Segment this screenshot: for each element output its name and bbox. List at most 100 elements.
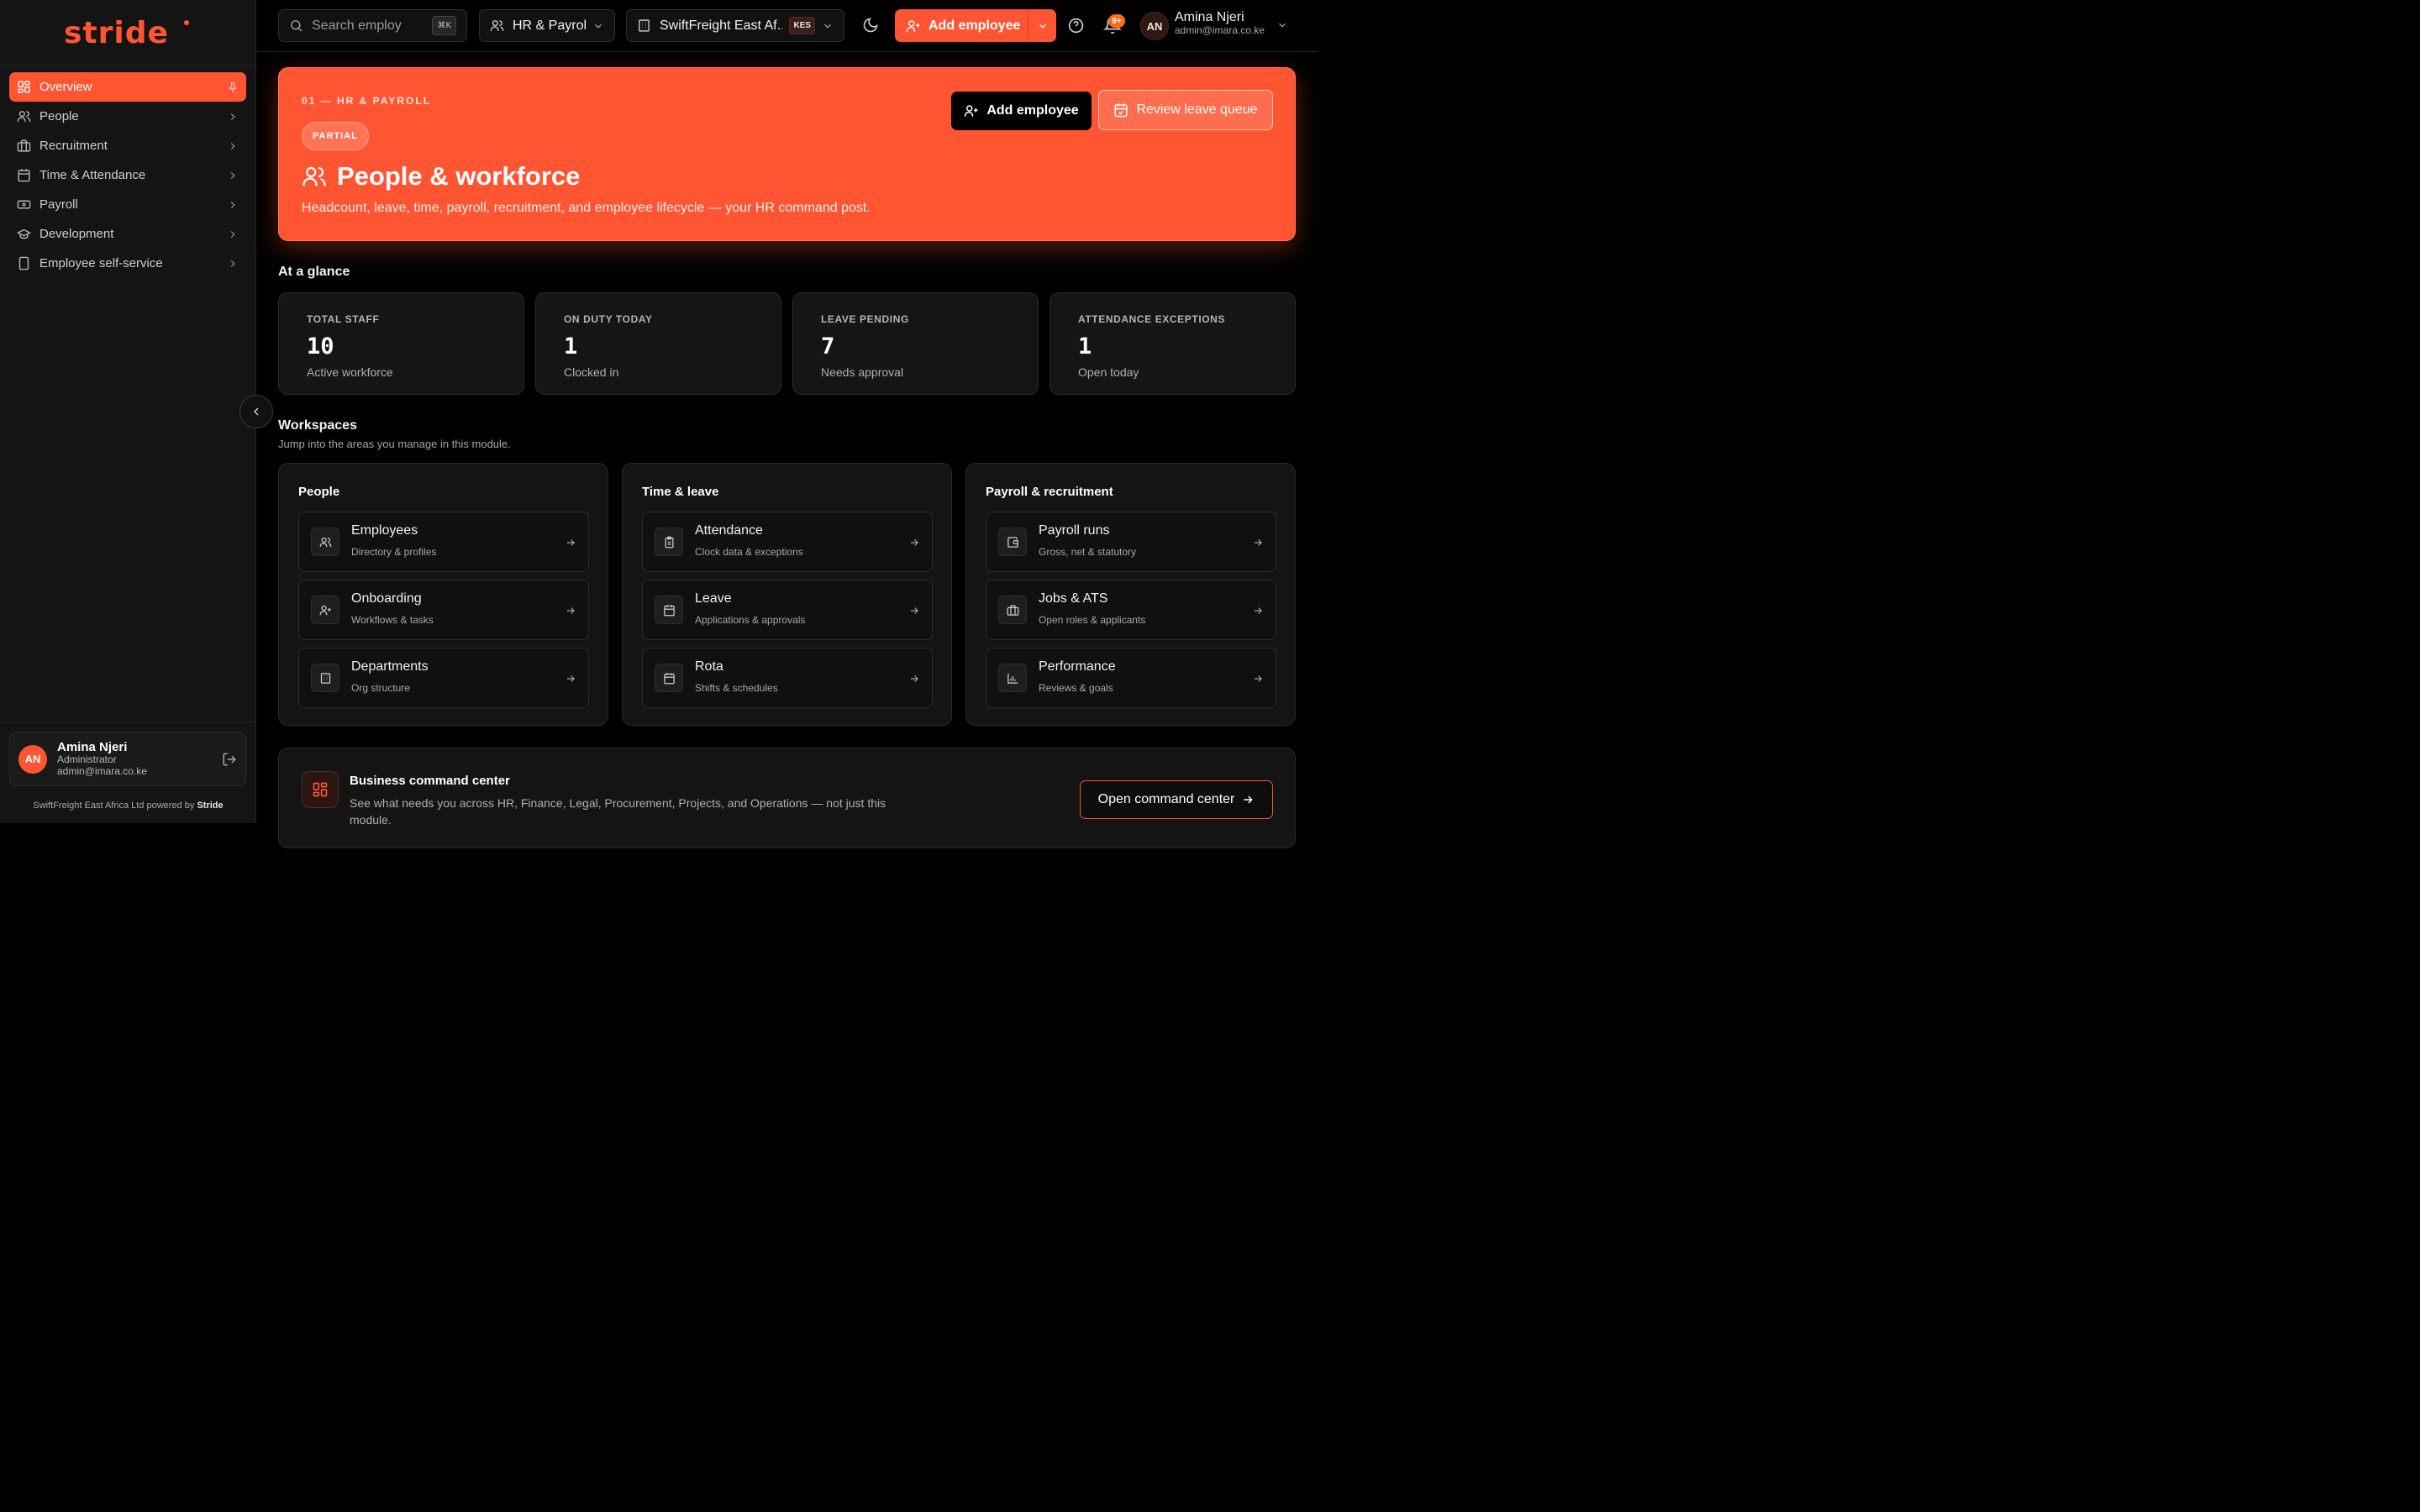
footer-brand: Stride <box>197 801 224 811</box>
sidebar-item-payroll[interactable]: Payroll <box>9 190 246 219</box>
sidebar-item-label: People <box>39 109 79 123</box>
arrow-right-icon <box>1254 539 1262 546</box>
workspace-group-people: People Employees Directory & profiles On… <box>278 463 608 726</box>
chevron-right-icon <box>230 171 235 179</box>
workspace-group-payroll-recruitment: Payroll & recruitment Payroll runs Gross… <box>965 463 1296 726</box>
sidebar-item-label: Time & Attendance <box>39 168 146 182</box>
calendar-icon <box>655 664 683 692</box>
chevron-down-icon <box>595 24 602 29</box>
workspace-link-title: Payroll runs <box>1039 523 1110 538</box>
sidebar-user-card[interactable]: AN Amina Njeri Administrator admin@imara… <box>9 732 246 786</box>
collapse-sidebar-button[interactable] <box>239 395 273 428</box>
workspace-link-subtitle: Directory & profiles <box>351 546 437 558</box>
stat-note: Active workforce <box>307 365 393 379</box>
workspace-link-leave[interactable]: Leave Applications & approvals <box>642 580 933 640</box>
footer-company: SwiftFreight East Africa Ltd <box>33 801 145 811</box>
company-selector[interactable]: SwiftFreight East Af... KES <box>626 9 844 42</box>
dashboard-icon <box>302 771 339 808</box>
calendar-icon <box>18 169 30 182</box>
stat-card-leave-pending: LEAVE PENDING 7 Needs approval <box>792 292 1039 395</box>
command-center-card: Business command center See what needs y… <box>278 748 1296 848</box>
workspace-link-onboarding[interactable]: Onboarding Workflows & tasks <box>298 580 589 640</box>
sidebar-item-overview[interactable]: Overview <box>9 72 246 102</box>
command-center-description: See what needs you across HR, Finance, L… <box>350 796 886 827</box>
logout-icon[interactable] <box>222 752 237 767</box>
workspace-link-departments[interactable]: Departments Org structure <box>298 648 589 708</box>
sidebar-item-employee-self-service[interactable]: Employee self-service <box>9 249 246 278</box>
workspace-link-performance[interactable]: Performance Reviews & goals <box>986 648 1276 708</box>
footer-powered: powered by <box>146 801 195 811</box>
stride-logo-icon: stride <box>64 18 189 47</box>
workspace-link-subtitle: Open roles & applicants <box>1039 614 1146 626</box>
chevron-right-icon <box>230 260 235 267</box>
stat-note: Needs approval <box>821 365 904 379</box>
stat-card-attendance-exceptions: ATTENDANCE EXCEPTIONS 1 Open today <box>1050 292 1296 395</box>
page-title-text: People & workforce <box>337 161 581 191</box>
users-icon <box>311 528 339 556</box>
user-name: Amina Njeri <box>57 740 128 755</box>
calendar-check-icon <box>1114 103 1128 118</box>
sidebar-footer: SwiftFreight East Africa Ltd powered by … <box>0 801 256 811</box>
users-icon <box>17 111 31 122</box>
company-selector-label: SwiftFreight East Af... <box>660 18 783 33</box>
arrow-right-icon <box>1254 607 1262 614</box>
stat-label: LEAVE PENDING <box>821 313 909 325</box>
stat-label: ON DUTY TODAY <box>564 313 653 325</box>
workspace-link-title: Onboarding <box>351 591 422 606</box>
chevron-right-icon <box>230 230 235 238</box>
sidebar-item-people[interactable]: People <box>9 102 246 131</box>
moon-icon[interactable] <box>862 17 879 34</box>
workspace-link-rota[interactable]: Rota Shifts & schedules <box>642 648 933 708</box>
review-leave-queue-button[interactable]: Review leave queue <box>1098 90 1273 130</box>
user-menu[interactable]: Amina Njeri admin@imara.co.ke <box>1175 10 1265 36</box>
sidebar-item-development[interactable]: Development <box>9 219 246 249</box>
workspace-link-subtitle: Org structure <box>351 682 411 694</box>
search-icon <box>291 20 302 32</box>
stat-note: Clocked in <box>564 365 619 379</box>
workspace-link-payroll-runs[interactable]: Payroll runs Gross, net & statutory <box>986 512 1276 572</box>
notification-badge: 9+ <box>1108 14 1125 28</box>
arrow-right-icon <box>566 675 575 682</box>
pin-icon[interactable] <box>227 81 239 93</box>
users-icon <box>490 20 504 31</box>
add-employee-button[interactable]: Add employee <box>895 9 1056 42</box>
currency-badge: KES <box>789 17 815 34</box>
chevron-right-icon <box>230 142 235 150</box>
sidebar: stride Overview People Recruitment Time … <box>0 0 256 823</box>
workspace-link-employees[interactable]: Employees Directory & profiles <box>298 512 589 572</box>
avatar[interactable]: AN <box>1140 12 1169 40</box>
user-email: admin@imara.co.ke <box>57 765 147 778</box>
add-employee-dropdown[interactable] <box>1028 9 1056 42</box>
workspace-link-subtitle: Shifts & schedules <box>695 682 778 694</box>
workspace-link-title: Jobs & ATS <box>1039 591 1108 606</box>
chevron-down-icon <box>1039 24 1046 29</box>
workspace-link-title: Rota <box>695 659 723 674</box>
graduation-cap-icon <box>17 228 31 239</box>
stat-value: 7 <box>821 333 835 360</box>
chevron-left-icon <box>253 407 259 416</box>
phone-icon <box>18 256 29 270</box>
module-selector-label: HR & Payroll <box>513 18 586 33</box>
user-role: Administrator <box>57 753 117 766</box>
sidebar-item-recruitment[interactable]: Recruitment <box>9 131 246 160</box>
module-selector[interactable]: HR & Payroll <box>479 9 615 42</box>
building-icon <box>639 19 650 32</box>
help-icon[interactable] <box>1067 17 1085 34</box>
calendar-icon <box>655 596 683 624</box>
sidebar-item-time-attendance[interactable]: Time & Attendance <box>9 160 246 190</box>
search-box[interactable]: Search employ ⌘K <box>278 9 467 42</box>
workspace-link-subtitle: Gross, net & statutory <box>1039 546 1137 558</box>
building-icon <box>311 664 339 692</box>
open-command-center-button[interactable]: Open command center <box>1080 780 1273 819</box>
workspace-link-jobs-ats[interactable]: Jobs & ATS Open roles & applicants <box>986 580 1276 640</box>
chevron-down-icon <box>824 24 831 29</box>
brand-logo[interactable]: stride <box>0 0 255 66</box>
search-input[interactable]: Search employ <box>312 18 432 34</box>
chevron-down-icon[interactable] <box>1276 19 1288 31</box>
hero-add-employee-button[interactable]: Add employee <box>951 92 1092 130</box>
workspace-link-attendance[interactable]: Attendance Clock data & exceptions <box>642 512 933 572</box>
stat-label: ATTENDANCE EXCEPTIONS <box>1078 313 1226 325</box>
clipboard-icon <box>655 528 683 556</box>
workspace-group-time-leave: Time & leave Attendance Clock data & exc… <box>622 463 952 726</box>
top-bar: Search employ ⌘K HR & Payroll SwiftFreig… <box>256 0 1318 52</box>
